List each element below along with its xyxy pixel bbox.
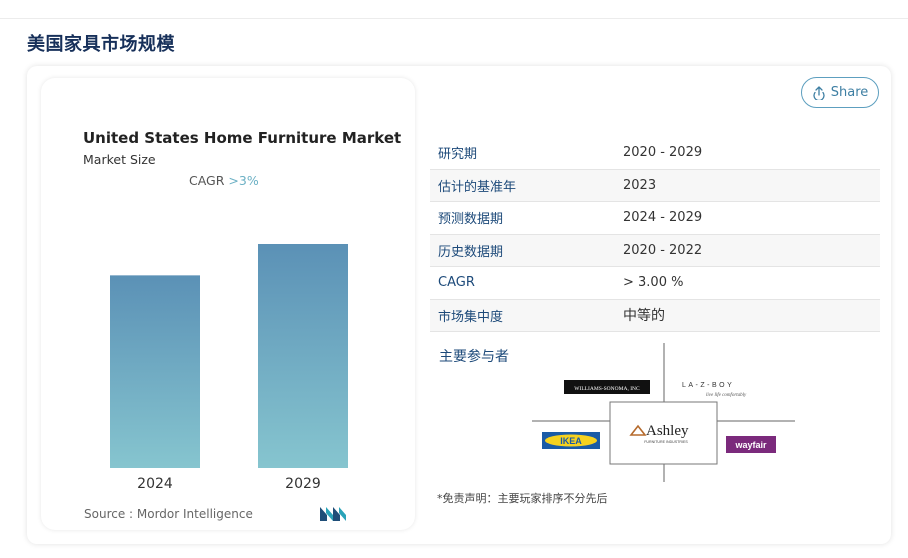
- source-credit: Source : Mordor Intelligence: [84, 507, 253, 521]
- info-key: 历史数据期: [438, 244, 504, 260]
- info-key: 估计的基准年: [438, 179, 517, 195]
- ikea-logo: IKEA: [542, 432, 600, 449]
- info-value: 中等的: [623, 308, 665, 325]
- svg-text:WILLIAMS-SONOMA, INC: WILLIAMS-SONOMA, INC: [574, 386, 640, 392]
- info-value: 2024 - 2029: [623, 210, 703, 226]
- top-divider: [0, 18, 908, 19]
- share-button[interactable]: Share: [801, 77, 879, 108]
- info-row-forecast-period: 预测数据期 2024 - 2029: [430, 202, 880, 235]
- info-key: CAGR: [438, 275, 475, 291]
- bar-2029: [258, 244, 348, 468]
- info-row-historical-period: 历史数据期 2020 - 2022: [430, 234, 880, 267]
- info-value: 2023: [623, 177, 657, 193]
- wayfair-logo: wayfair: [726, 436, 776, 453]
- chart-panel: United States Home Furniture Market Mark…: [41, 78, 415, 530]
- bar-2024: [110, 275, 200, 468]
- share-icon: [813, 85, 825, 100]
- info-row-study-period: 研究期 2020 - 2029: [430, 137, 880, 170]
- bar-chart: 2024 2029: [110, 244, 348, 492]
- page-title: 美国家具市场规模: [27, 34, 175, 55]
- major-players-heading: 主要参与者: [439, 349, 509, 365]
- info-key: 预测数据期: [438, 212, 504, 228]
- x-tick-label-2024: 2024: [137, 476, 173, 492]
- svg-text:IKEA: IKEA: [560, 436, 582, 446]
- info-value: 2020 - 2029: [623, 145, 703, 161]
- info-key: 研究期: [438, 147, 478, 163]
- info-row-cagr: CAGR > 3.00 %: [430, 267, 880, 300]
- mordor-intelligence-logo-icon: [320, 507, 346, 521]
- info-key: 市场集中度: [438, 309, 504, 325]
- svg-text:wayfair: wayfair: [734, 440, 767, 450]
- lazboy-logo: LA-Z-BOY live life comfortably: [682, 382, 747, 398]
- svg-text:FURNITURE INDUSTRIES: FURNITURE INDUSTRIES: [644, 440, 688, 444]
- x-tick-label-2029: 2029: [285, 476, 321, 492]
- svg-text:Ashley: Ashley: [646, 423, 689, 439]
- williams-sonoma-logo: WILLIAMS-SONOMA, INC: [564, 380, 650, 394]
- svg-text:LA-Z-BOY: LA-Z-BOY: [682, 382, 734, 389]
- market-info-table: 研究期 2020 - 2029 估计的基准年 2023 预测数据期 2024 -…: [430, 137, 880, 332]
- svg-text:live life comfortably: live life comfortably: [706, 393, 747, 398]
- players-disclaimer: *免责声明：主要玩家排序不分先后: [437, 492, 608, 505]
- info-row-concentration: 市场集中度 中等的: [430, 299, 880, 332]
- major-players-diagram: WILLIAMS-SONOMA, INC LA-Z-BOY live life …: [532, 343, 795, 482]
- info-value: 2020 - 2022: [623, 242, 703, 258]
- info-value: > 3.00 %: [623, 275, 684, 291]
- info-row-base-year: 估计的基准年 2023: [430, 169, 880, 202]
- share-label: Share: [830, 85, 869, 100]
